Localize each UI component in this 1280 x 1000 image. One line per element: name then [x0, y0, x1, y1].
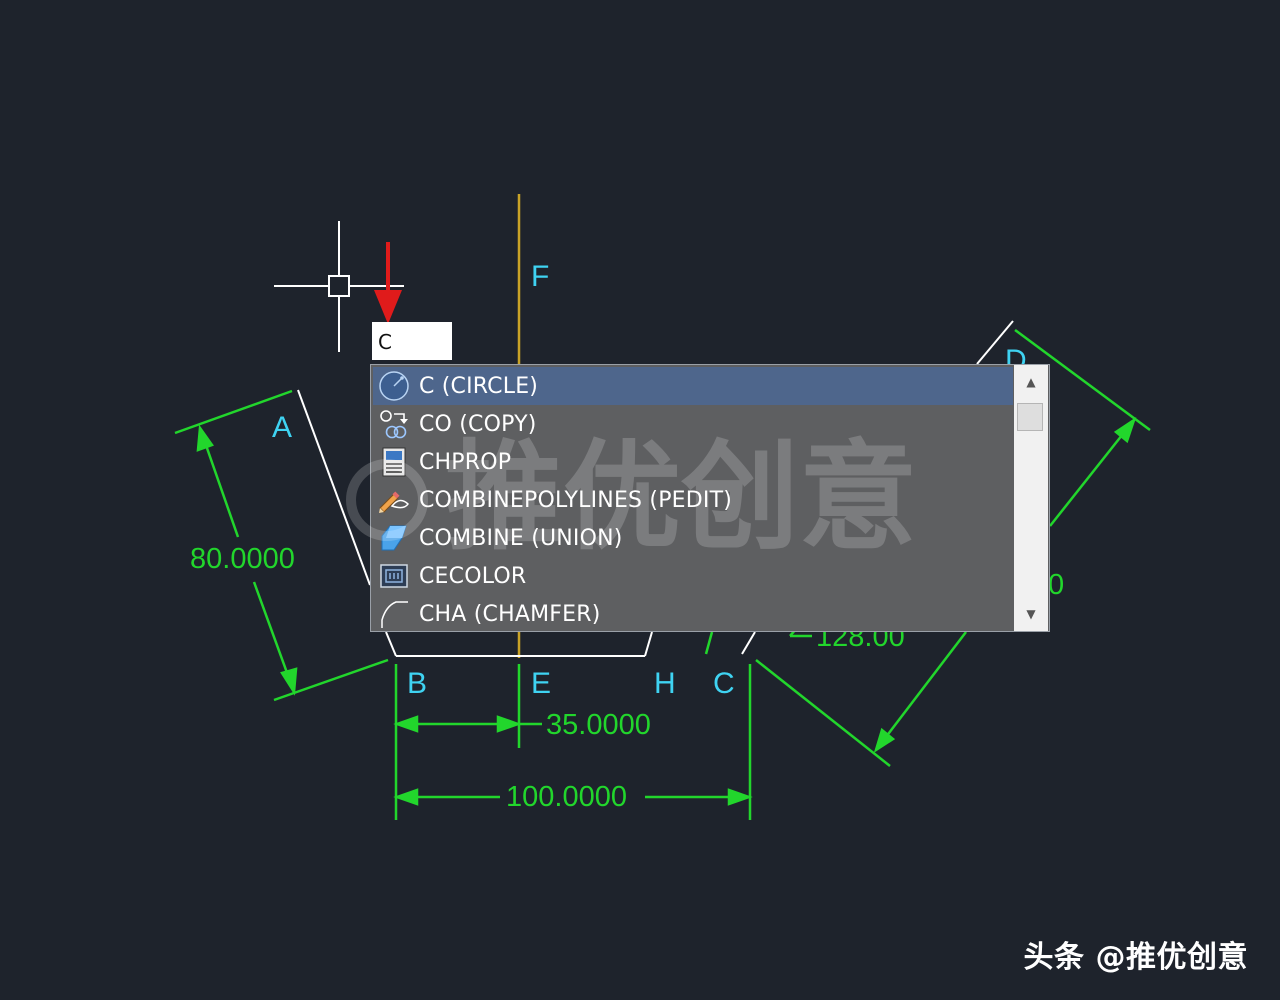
- footer-credit: 头条 @推优创意: [1023, 940, 1248, 975]
- command-input[interactable]: [372, 322, 452, 360]
- dimension-value-100: 100.0000: [502, 782, 631, 812]
- autocomplete-item-label: CHPROP: [419, 449, 512, 475]
- autocomplete-item-combinepolylines[interactable]: COMBINEPOLYLINES (PEDIT): [373, 481, 1013, 519]
- scroll-down-icon[interactable]: ▼: [1014, 599, 1048, 629]
- annotation-arrow-icon: [374, 242, 402, 324]
- point-label-b: B: [407, 667, 428, 700]
- autocomplete-item-circle[interactable]: C (CIRCLE): [373, 367, 1013, 405]
- union-icon: [377, 521, 411, 555]
- autocomplete-item-chamfer[interactable]: CHA (CHAMFER): [373, 595, 1013, 633]
- point-label-f: F: [531, 260, 550, 293]
- point-label-e: E: [531, 667, 552, 700]
- pencil-polyline-icon: [377, 483, 411, 517]
- scrollbar-thumb[interactable]: [1017, 403, 1043, 431]
- circle-icon: [377, 369, 411, 403]
- properties-icon: [377, 445, 411, 479]
- scroll-up-icon[interactable]: ▲: [1014, 367, 1048, 397]
- point-label-c: C: [713, 667, 735, 700]
- copy-icon: [377, 407, 411, 441]
- dimension-value-80: 80.0000: [186, 544, 299, 574]
- point-label-h: H: [654, 667, 676, 700]
- chamfer-icon: [377, 597, 411, 631]
- autocomplete-item-label: C (CIRCLE): [419, 373, 539, 399]
- autocomplete-item-label: CHA (CHAMFER): [419, 601, 601, 627]
- autocomplete-item-chprop[interactable]: CHPROP: [373, 443, 1013, 481]
- command-autocomplete-list[interactable]: C (CIRCLE) CO (COPY) CHPROP COMBINEPOLYL…: [370, 364, 1050, 632]
- autocomplete-item-copy[interactable]: CO (COPY): [373, 405, 1013, 443]
- autocomplete-item-label: COMBINEPOLYLINES (PEDIT): [419, 487, 733, 513]
- autocomplete-scrollbar[interactable]: ▲ ▼: [1014, 365, 1048, 631]
- autocomplete-item-label: CO (COPY): [419, 411, 537, 437]
- autocomplete-item-label: COMBINE (UNION): [419, 525, 623, 551]
- autocomplete-item-cecolor[interactable]: CECOLOR: [373, 557, 1013, 595]
- point-label-a: A: [272, 411, 293, 444]
- color-icon: [377, 559, 411, 593]
- autocomplete-item-label: CECOLOR: [419, 563, 527, 589]
- autocomplete-item-combine[interactable]: COMBINE (UNION): [373, 519, 1013, 557]
- dimension-value-35: 35.0000: [542, 710, 655, 740]
